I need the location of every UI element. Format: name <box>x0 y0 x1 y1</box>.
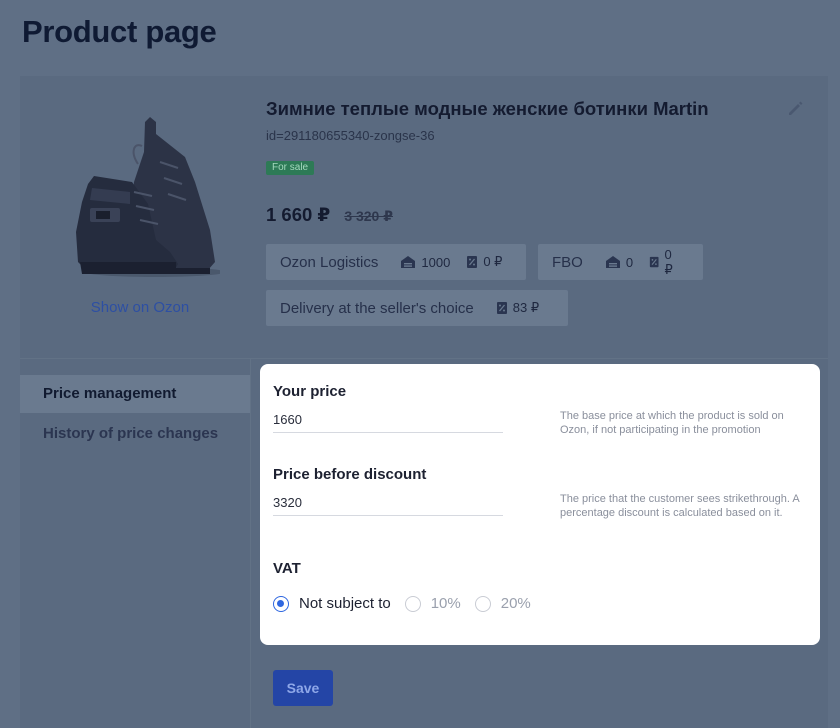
current-price: 1 660 ₽ <box>266 204 331 225</box>
warehouse-icon <box>605 256 620 268</box>
show-on-ozon-link[interactable]: Show on Ozon <box>20 299 260 316</box>
delivery-label: Delivery at the seller's choice <box>280 299 474 317</box>
save-button[interactable]: Save <box>273 670 333 706</box>
your-price-input[interactable] <box>273 407 503 433</box>
fee-value: 0 ₽ <box>664 246 673 277</box>
nav-item-price-history[interactable]: History of price changes <box>20 415 250 453</box>
product-summary: Show on Ozon Зимние теплые модные женски… <box>20 76 828 358</box>
price-sidebar: Price management History of price change… <box>20 359 250 728</box>
stock-value: 1000 <box>421 254 451 270</box>
vat-option-10[interactable]: 10% <box>404 595 461 612</box>
vat-option-label: 10% <box>430 595 461 612</box>
logistics-chip-ozon: Ozon Logistics 1000 0 ₽ <box>266 244 526 280</box>
warehouse-icon <box>401 256 416 268</box>
fee-group: 83 ₽ <box>496 300 539 316</box>
logistics-label: Ozon Logistics <box>280 253 379 271</box>
product-id: id=291180655340-zongse-36 <box>266 128 435 143</box>
delivery-chip: Delivery at the seller's choice 83 ₽ <box>266 290 568 326</box>
vertical-divider <box>250 359 251 728</box>
vat-radio-group: Not subject to 10% 20% <box>273 595 545 612</box>
vat-option-label: 20% <box>500 595 531 612</box>
price-row: 1 660 ₽ 3 320 ₽ <box>266 204 393 226</box>
stock-group: 1000 <box>400 255 450 270</box>
vat-label: VAT <box>273 560 301 577</box>
vat-option-20[interactable]: 20% <box>474 595 531 612</box>
page-title: Product page <box>22 14 217 49</box>
product-title: Зимние теплые модные женские ботинки Mar… <box>266 98 709 119</box>
radio-selected-icon[interactable] <box>273 595 289 612</box>
vat-option-label: Not subject to <box>299 595 391 612</box>
stock-group: 0 <box>605 255 633 270</box>
old-price: 3 320 ₽ <box>344 208 393 224</box>
price-form: Your price The base price at which the p… <box>260 364 820 645</box>
fee-group: 0 ₽ <box>466 254 502 270</box>
radio-icon[interactable] <box>404 595 421 612</box>
nav-item-price-management[interactable]: Price management <box>20 375 250 413</box>
your-price-hint: The base price at which the product is s… <box>560 410 784 436</box>
price-before-discount-input[interactable] <box>273 490 503 516</box>
radio-icon[interactable] <box>474 595 491 612</box>
fee-group: 0 ₽ <box>649 247 681 278</box>
logistics-chip-fbo: FBO 0 0 ₽ <box>538 244 703 280</box>
logistics-label: FBO <box>552 253 583 271</box>
pencil-icon[interactable] <box>786 100 804 118</box>
stock-value: 0 <box>625 254 634 270</box>
vat-option-not-subject[interactable]: Not subject to <box>273 595 391 612</box>
status-badge: For sale <box>266 161 315 175</box>
price-before-discount-hint: The price that the customer sees striket… <box>560 493 800 519</box>
fee-value: 0 ₽ <box>483 254 503 269</box>
fee-value: 83 ₽ <box>512 300 540 315</box>
fee-icon <box>496 302 507 314</box>
price-before-discount-label: Price before discount <box>273 466 427 483</box>
your-price-label: Your price <box>273 383 347 400</box>
fee-icon <box>649 256 659 268</box>
fee-icon <box>467 256 478 268</box>
boot-image <box>76 117 220 277</box>
